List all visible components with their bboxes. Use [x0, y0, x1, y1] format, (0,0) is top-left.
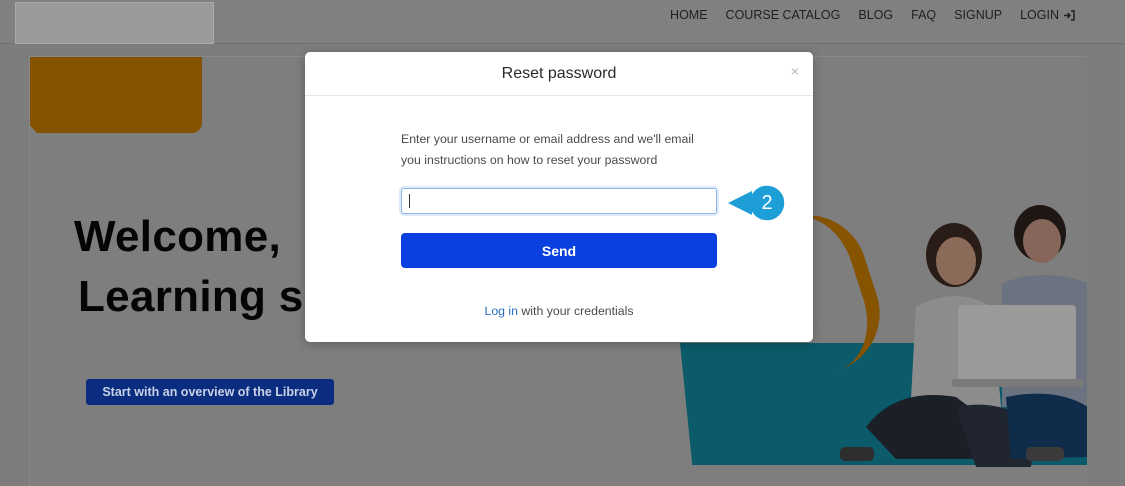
nav-blog[interactable]: BLOG	[858, 8, 893, 22]
instructions-line2: you instructions on how to reset your pa…	[401, 152, 658, 167]
login-prompt-suffix: with your credentials	[518, 304, 634, 318]
top-navigation-bar: HOME COURSE CATALOG BLOG FAQ SIGNUP LOGI…	[0, 0, 1125, 44]
main-nav: HOME COURSE CATALOG BLOG FAQ SIGNUP LOGI…	[670, 0, 1075, 30]
username-email-input[interactable]	[401, 188, 717, 214]
site-logo[interactable]	[15, 2, 214, 44]
nav-course-catalog[interactable]: COURSE CATALOG	[726, 8, 841, 22]
instructions-line1: Enter your username or email address and…	[401, 132, 694, 146]
hero-people-illustration	[840, 205, 1087, 467]
overview-button[interactable]: Start with an overview of the Library	[86, 379, 334, 405]
modal-title: Reset password	[501, 64, 617, 82]
reset-instructions: Enter your username or email address and…	[401, 129, 721, 170]
text-caret	[409, 194, 410, 208]
close-icon[interactable]: ×	[791, 64, 799, 78]
nav-login-label: LOGIN	[1020, 8, 1059, 22]
decorative-orange-shape	[30, 57, 202, 133]
login-prompt: Log in with your credentials	[305, 304, 813, 318]
nav-faq[interactable]: FAQ	[911, 8, 936, 22]
nav-login[interactable]: LOGIN	[1020, 8, 1075, 22]
nav-home[interactable]: HOME	[670, 8, 708, 22]
modal-header: Reset password ×	[305, 52, 813, 96]
hero-heading-line2: Learning s	[78, 272, 304, 321]
hero-heading: Welcome, Learning s	[74, 207, 304, 327]
nav-signup[interactable]: SIGNUP	[954, 8, 1002, 22]
login-link[interactable]: Log in	[484, 304, 518, 318]
login-arrow-icon	[1064, 9, 1075, 21]
hero-heading-line1: Welcome,	[74, 212, 281, 261]
send-button[interactable]: Send	[401, 233, 717, 268]
step-number: 2	[761, 191, 773, 214]
